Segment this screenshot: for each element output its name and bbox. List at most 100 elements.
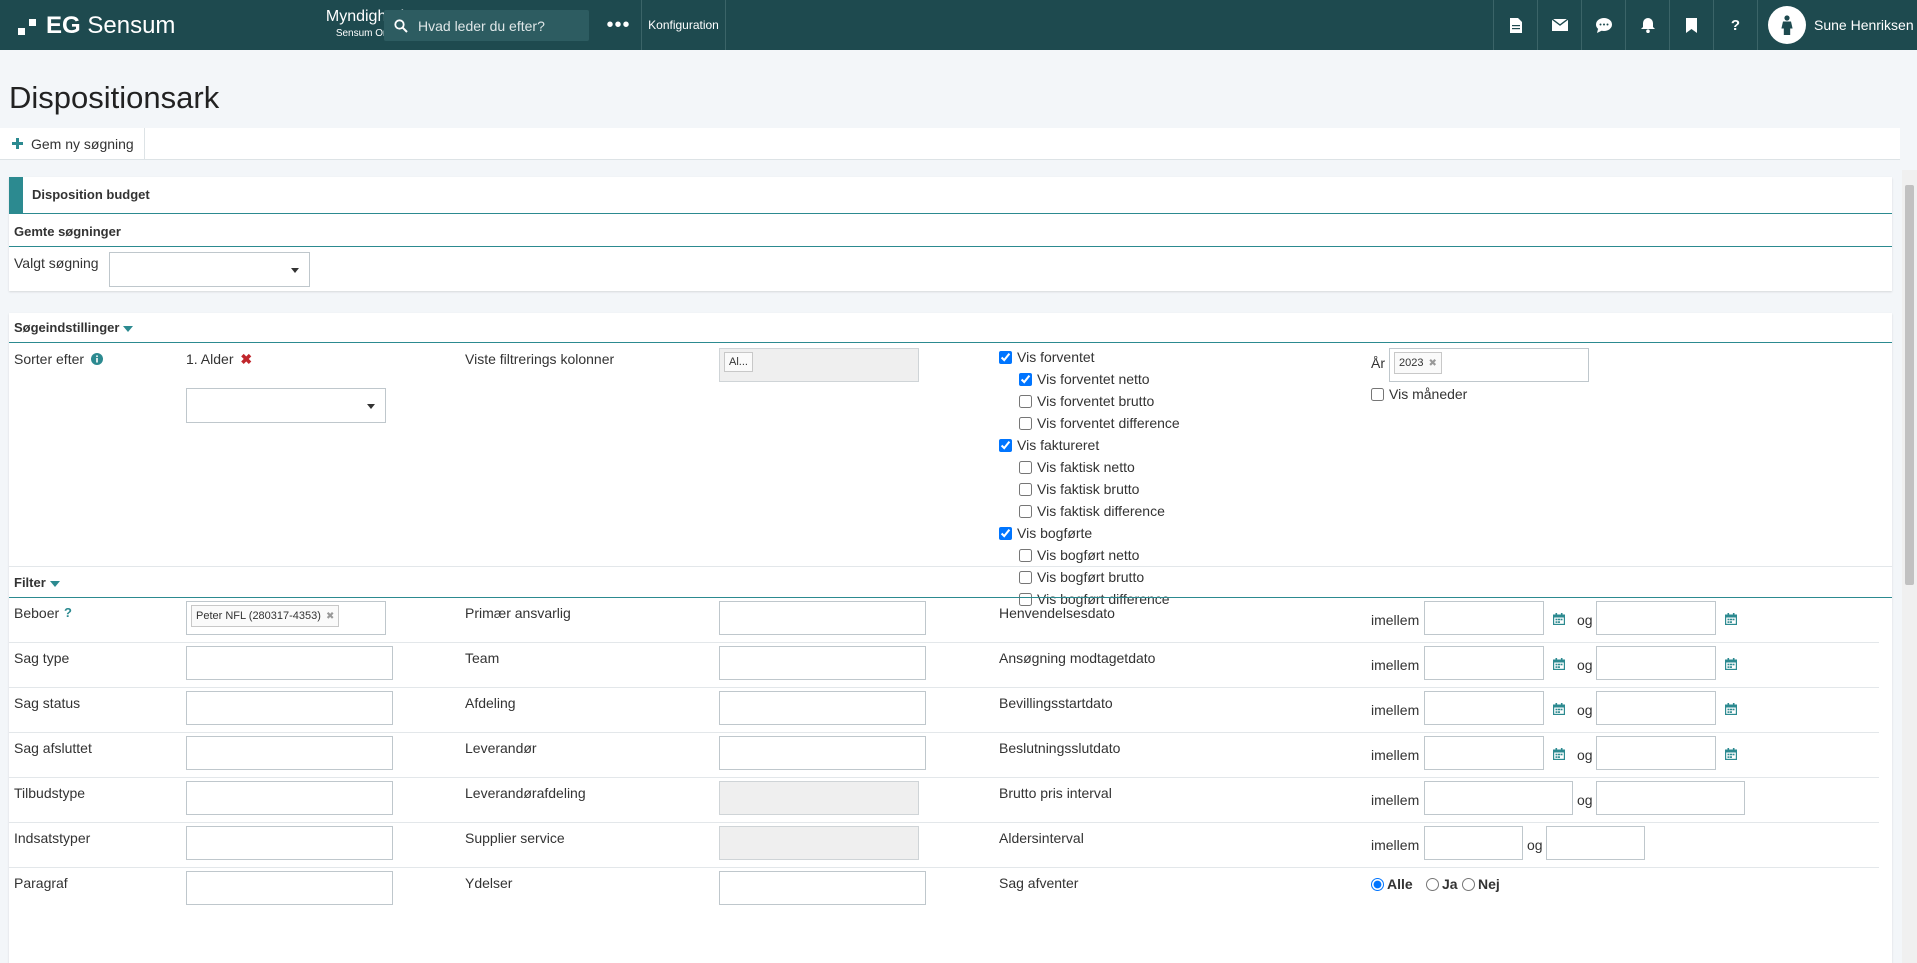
checkbox-option[interactable]: Vis forventet difference	[1019, 415, 1180, 431]
checkbox-option[interactable]: Vis faktisk brutto	[1019, 481, 1139, 497]
filter-input-col2[interactable]	[719, 601, 926, 635]
filter-input-col1[interactable]	[186, 646, 393, 680]
global-search[interactable]	[384, 10, 589, 41]
search-icon	[394, 18, 408, 33]
age-from-input[interactable]	[1424, 826, 1523, 860]
checkbox-option[interactable]: Vis forventet netto	[1019, 371, 1150, 387]
shown-filter-columns-select[interactable]: Al...	[719, 348, 919, 382]
panel-title: Disposition budget	[32, 187, 150, 202]
calendar-icon[interactable]	[1725, 747, 1737, 760]
date-to-input[interactable]	[1596, 736, 1716, 770]
year-select[interactable]: 2023 ✖	[1389, 348, 1589, 382]
checkbox-option[interactable]: Vis bogførte	[999, 525, 1092, 541]
bookmarks-button[interactable]	[1669, 0, 1713, 50]
radio-option-yes[interactable]: Ja	[1426, 876, 1458, 892]
filter-input-col1[interactable]	[186, 691, 393, 725]
caret-down-icon	[49, 580, 60, 587]
radio-option-no[interactable]: Nej	[1462, 876, 1500, 892]
checkbox-input[interactable]	[1019, 460, 1032, 474]
filter-input-col2[interactable]	[719, 691, 926, 725]
filter-input-col1[interactable]	[186, 781, 393, 815]
chat-button[interactable]	[1581, 0, 1625, 50]
remove-year-icon[interactable]: ✖	[1428, 358, 1436, 369]
calendar-icon[interactable]	[1553, 612, 1565, 625]
date-to-input[interactable]	[1596, 646, 1716, 680]
page-scrollbar[interactable]	[1902, 170, 1917, 963]
filter-input-col1[interactable]	[186, 871, 393, 905]
date-from-input[interactable]	[1424, 691, 1544, 725]
konfiguration-button[interactable]: Konfiguration	[642, 0, 726, 50]
checkbox-option[interactable]: Vis forventet	[999, 349, 1095, 365]
checkbox-input[interactable]	[1019, 482, 1032, 496]
filter-input-col2[interactable]	[719, 736, 926, 770]
price-to-input[interactable]	[1596, 781, 1745, 815]
checkbox-input[interactable]	[1019, 504, 1032, 518]
document-button[interactable]	[1493, 0, 1537, 50]
radio-option-all[interactable]: Alle	[1371, 876, 1413, 892]
calendar-icon[interactable]	[1553, 657, 1565, 670]
search-input[interactable]	[416, 16, 580, 35]
calendar-icon[interactable]	[1553, 747, 1565, 760]
beboer-select[interactable]: Peter NFL (280317-4353) ✖	[186, 601, 386, 635]
checkbox-option[interactable]: Vis bogført netto	[1019, 547, 1139, 563]
checkbox-label: Vis faktisk netto	[1037, 459, 1135, 475]
date-from-input[interactable]	[1424, 736, 1544, 770]
radio-input[interactable]	[1426, 877, 1439, 891]
checkbox-option[interactable]: Vis faktureret	[999, 437, 1099, 453]
calendar-icon[interactable]	[1725, 612, 1737, 625]
checkbox-option[interactable]: Vis faktisk difference	[1019, 503, 1165, 519]
filter-title[interactable]: Filter	[14, 575, 60, 590]
help-button[interactable]: ?	[1713, 0, 1757, 50]
date-from-input[interactable]	[1424, 601, 1544, 635]
age-to-input[interactable]	[1546, 826, 1645, 860]
calendar-icon[interactable]	[1725, 657, 1737, 670]
settings-title[interactable]: Søgeindstillinger	[14, 320, 134, 335]
checkbox-input[interactable]	[1019, 394, 1032, 408]
calendar-icon[interactable]	[1725, 702, 1737, 715]
checkbox-input[interactable]	[1019, 372, 1032, 386]
checkbox-option[interactable]: Vis bogført brutto	[1019, 569, 1144, 585]
checkbox-input[interactable]	[1019, 592, 1032, 606]
radio-input[interactable]	[1371, 877, 1384, 891]
help-icon[interactable]: ?	[64, 605, 72, 620]
checkbox-label: Vis faktisk difference	[1037, 503, 1165, 519]
between-label: imellem	[1371, 702, 1420, 718]
user-menu[interactable]: Sune Henriksen	[1757, 0, 1917, 50]
radio-input[interactable]	[1462, 877, 1475, 891]
filter-label-col2: Afdeling	[465, 695, 516, 711]
checkbox-input[interactable]	[999, 350, 1012, 364]
calendar-icon[interactable]	[1553, 702, 1565, 715]
info-icon[interactable]	[90, 353, 103, 365]
notifications-button[interactable]	[1625, 0, 1669, 50]
date-to-input[interactable]	[1596, 691, 1716, 725]
checkbox-input[interactable]	[1019, 548, 1032, 562]
more-menu-button[interactable]: •••	[596, 0, 642, 50]
filter-label-col2: Primær ansvarlig	[465, 605, 571, 621]
vis-maaneder-checkbox[interactable]: Vis måneder	[1371, 386, 1467, 402]
vis-maaneder-input[interactable]	[1371, 387, 1384, 401]
date-from-input[interactable]	[1424, 646, 1544, 680]
checkbox-option[interactable]: Vis faktisk netto	[1019, 459, 1135, 475]
filter-input-col2[interactable]	[719, 871, 926, 905]
filter-input-col1[interactable]	[186, 826, 393, 860]
selected-search-dropdown[interactable]	[109, 252, 310, 287]
mail-button[interactable]	[1537, 0, 1581, 50]
filter-input-col1[interactable]	[186, 736, 393, 770]
remove-beboer-icon[interactable]: ✖	[326, 611, 334, 622]
filter-input-col2	[719, 781, 919, 815]
checkbox-option[interactable]: Vis forventet brutto	[1019, 393, 1154, 409]
checkbox-input[interactable]	[999, 438, 1012, 452]
remove-sort-icon[interactable]: ✖	[240, 351, 252, 367]
save-new-search-button[interactable]: Gem ny søgning	[0, 128, 145, 159]
checkbox-input[interactable]	[1019, 570, 1032, 584]
sort-by-dropdown[interactable]	[186, 388, 386, 423]
chevron-down-icon	[367, 403, 375, 409]
date-to-input[interactable]	[1596, 601, 1716, 635]
checkbox-input[interactable]	[999, 526, 1012, 540]
filter-input-col2[interactable]	[719, 646, 926, 680]
eg-sensum-logo[interactable]: EG Sensum	[18, 12, 175, 40]
checkbox-label: Vis bogført brutto	[1037, 569, 1145, 585]
checkbox-input[interactable]	[1019, 416, 1032, 430]
scrollbar-thumb[interactable]	[1905, 185, 1914, 585]
price-from-input[interactable]	[1424, 781, 1573, 815]
